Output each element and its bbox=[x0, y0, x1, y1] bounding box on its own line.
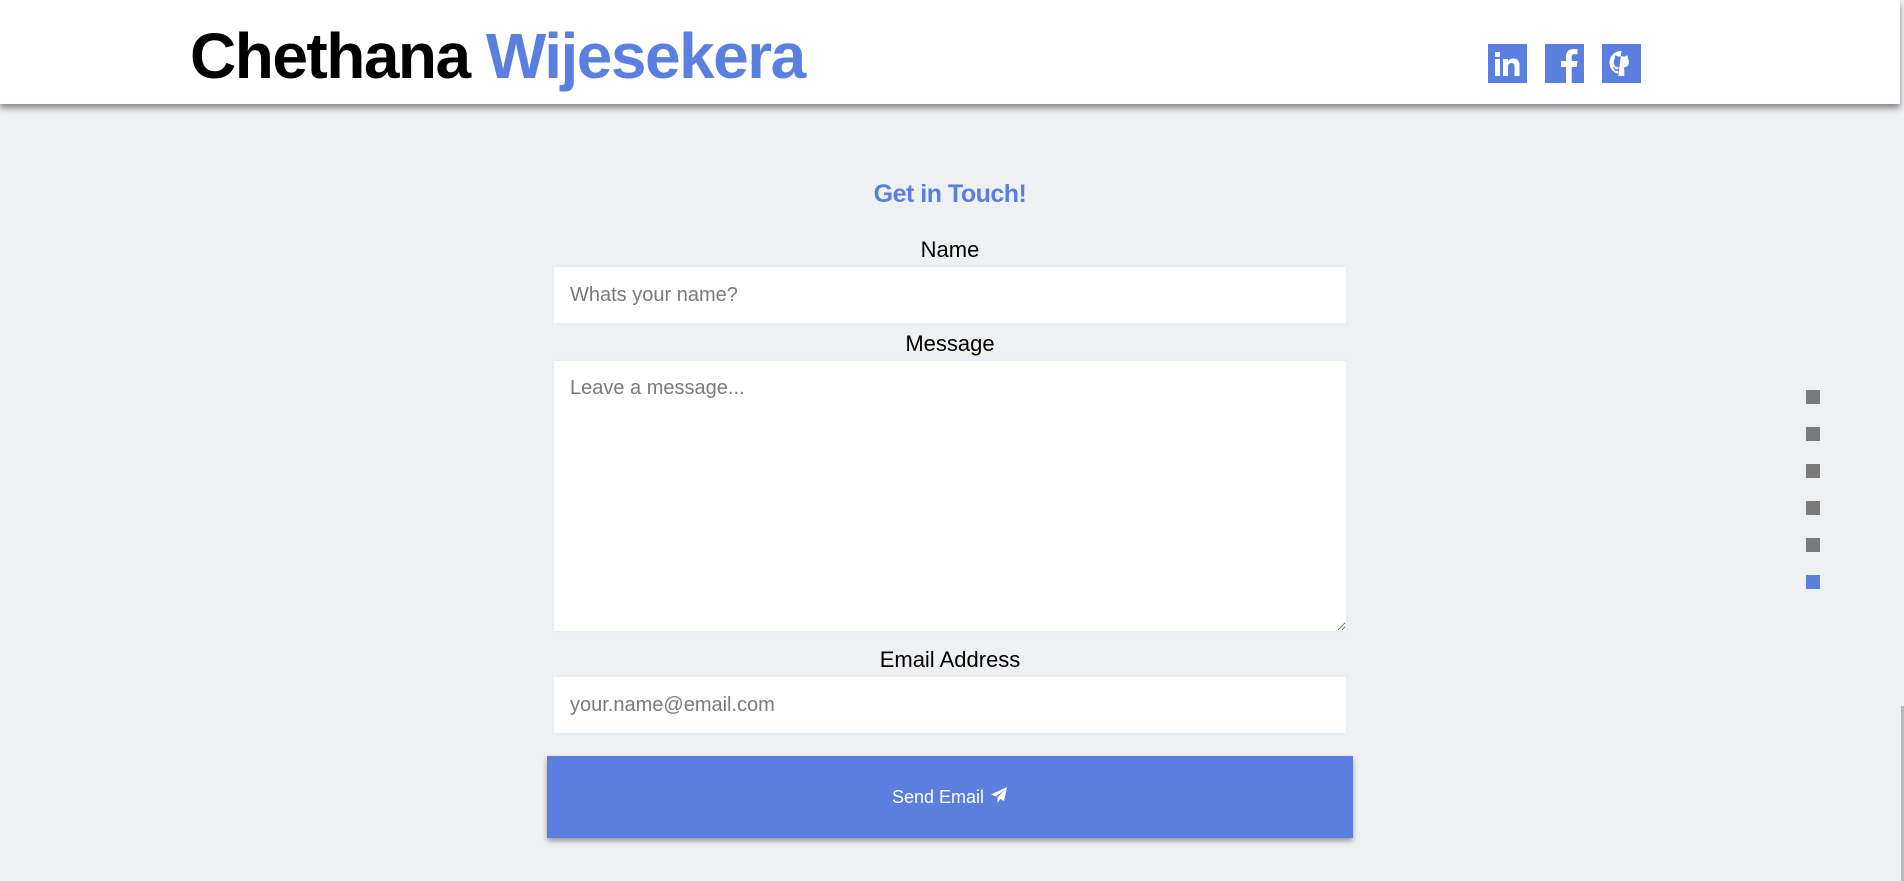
linkedin-link[interactable] bbox=[1488, 44, 1527, 83]
section-nav bbox=[1806, 390, 1820, 589]
section-nav-dot[interactable] bbox=[1806, 390, 1820, 404]
facebook-icon bbox=[1545, 44, 1584, 83]
message-textarea[interactable] bbox=[552, 359, 1348, 633]
section-nav-dot[interactable] bbox=[1806, 501, 1820, 515]
linkedin-icon bbox=[1488, 44, 1527, 83]
send-email-button[interactable]: Send Email bbox=[547, 756, 1353, 838]
name-input[interactable] bbox=[552, 265, 1348, 325]
github-link[interactable] bbox=[1602, 44, 1641, 83]
send-email-label: Send Email bbox=[891, 786, 985, 807]
email-input[interactable] bbox=[552, 675, 1348, 735]
social-links bbox=[1488, 44, 1641, 83]
section-nav-dot[interactable] bbox=[1806, 538, 1820, 552]
section-nav-dot[interactable] bbox=[1806, 427, 1820, 441]
name-last: Wijesekera bbox=[485, 20, 806, 92]
section-nav-dot-active[interactable] bbox=[1806, 575, 1820, 589]
facebook-link[interactable] bbox=[1545, 44, 1584, 83]
email-label: Email Address bbox=[879, 647, 1021, 672]
site-header: Chethana Wijesekera bbox=[0, 0, 1900, 104]
message-label: Message bbox=[905, 331, 995, 356]
section-nav-dot[interactable] bbox=[1806, 464, 1820, 478]
site-logo-name[interactable]: Chethana Wijesekera bbox=[190, 20, 806, 92]
name-first: Chethana bbox=[190, 20, 471, 92]
contact-title: Get in Touch! bbox=[873, 180, 1027, 208]
paper-plane-icon bbox=[990, 786, 1008, 809]
github-icon bbox=[1602, 44, 1641, 83]
name-label: Name bbox=[920, 237, 980, 262]
